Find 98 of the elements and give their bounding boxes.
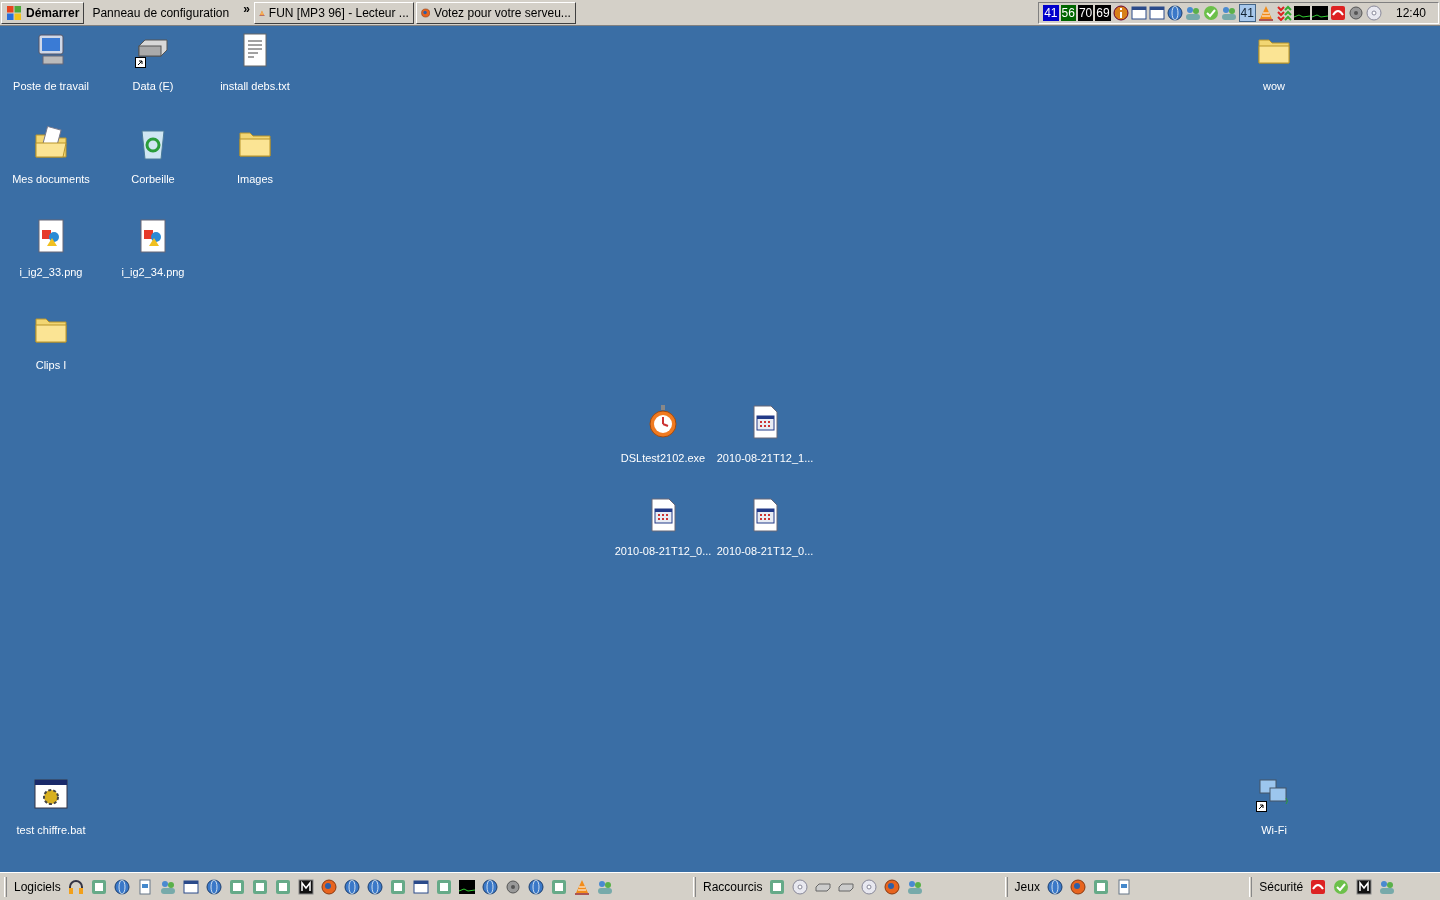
desktop-icon-label: 2010-08-21T12_1...	[716, 452, 814, 465]
toolbar-chevron[interactable]: »	[241, 0, 252, 18]
window-icon[interactable]	[1148, 4, 1165, 21]
clock[interactable]: 12:40	[1395, 3, 1426, 22]
desktop-icon-label: DSLtest2102.exe	[620, 452, 706, 465]
globe-icon[interactable]	[1166, 4, 1183, 21]
speaker-icon[interactable]	[1347, 4, 1364, 21]
toolbar-label: Panneau de configuration	[92, 4, 230, 22]
tile-icon[interactable]	[550, 878, 567, 895]
globe-icon[interactable]	[113, 878, 130, 895]
traffic-cone-icon[interactable]	[573, 878, 590, 895]
desktop-shortcut[interactable]: wow	[1223, 28, 1325, 121]
desktop-shortcut[interactable]: Data (E)	[102, 28, 204, 121]
task-button[interactable]: Votez pour votre serveu...	[415, 1, 576, 24]
desktop-icon-label: Poste de travail	[13, 80, 89, 93]
desktop-shortcut[interactable]: Images	[204, 121, 306, 214]
disc-icon[interactable]	[1365, 4, 1382, 21]
desktop-shortcut[interactable]: Clips I	[0, 307, 102, 400]
desktop-icon-label: 2010-08-21T12_0...	[716, 545, 814, 558]
windows-logo-icon	[6, 4, 22, 21]
task-button[interactable]: FUN [MP3 96] - Lecteur ...	[253, 1, 414, 24]
toolbar-label: Raccourcis	[703, 878, 763, 896]
desktop-icon-label: Data (E)	[132, 80, 174, 93]
disc-icon[interactable]	[792, 878, 809, 895]
desktop-shortcut[interactable]: Poste de travail	[0, 28, 102, 121]
desktop-shortcut[interactable]: Mes documents	[0, 121, 102, 214]
desktop-shortcut[interactable]: install debs.txt	[204, 28, 306, 121]
tile-icon[interactable]	[90, 878, 107, 895]
graph-icon[interactable]	[458, 878, 475, 895]
headphones-icon[interactable]	[67, 878, 84, 895]
desktop-shortcut[interactable]: Corbeille	[102, 121, 204, 214]
tile-icon[interactable]	[389, 878, 406, 895]
tile-icon[interactable]	[274, 878, 291, 895]
orb-icon[interactable]	[320, 878, 337, 895]
desktop-icon-label: Mes documents	[12, 173, 90, 186]
desktop-shortcut[interactable]: 2010-08-21T12_0...	[612, 493, 714, 586]
desktop-shortcut[interactable]: DSLtest2102.exe	[612, 400, 714, 493]
people-icon[interactable]	[1379, 878, 1396, 895]
tray-meter[interactable]: 56	[1060, 4, 1076, 21]
checkmark-icon[interactable]	[1202, 4, 1219, 21]
checkmark-icon[interactable]	[1333, 878, 1350, 895]
globe-icon[interactable]	[366, 878, 383, 895]
desktop-shortcut[interactable]: Wi-Fi	[1223, 772, 1325, 865]
people-icon[interactable]	[1220, 4, 1237, 21]
info-icon[interactable]	[1112, 4, 1129, 21]
tile-icon[interactable]	[435, 878, 452, 895]
graph-icon[interactable]	[1311, 4, 1328, 21]
people-icon[interactable]	[159, 878, 176, 895]
document-icon[interactable]	[1115, 878, 1132, 895]
tile-icon[interactable]	[769, 878, 786, 895]
desktop-icon-label: Clips I	[35, 359, 67, 372]
start-button[interactable]: Démarrer	[1, 1, 85, 24]
toolbar-label: Jeux	[1014, 878, 1040, 896]
desktop-shortcut[interactable]: i_ig2_34.png	[102, 214, 204, 307]
speaker-icon[interactable]	[504, 878, 521, 895]
tray-meter[interactable]: 69	[1095, 4, 1111, 21]
desktop-icon-label: Images	[236, 173, 274, 186]
window-icon[interactable]	[1130, 4, 1147, 21]
desktop-shortcut[interactable]: i_ig2_33.png	[0, 214, 102, 307]
globe-icon[interactable]	[481, 878, 498, 895]
desktop-icon-label: i_ig2_34.png	[121, 266, 185, 279]
globe-icon[interactable]	[1046, 878, 1063, 895]
desktop-shortcut[interactable]: 2010-08-21T12_1...	[714, 400, 816, 493]
desktop-icon-label: install debs.txt	[220, 80, 290, 93]
desktop-icon-label: Corbeille	[131, 173, 175, 186]
desktop-shortcut[interactable]: 2010-08-21T12_0...	[714, 493, 816, 586]
toolbar-label: Logiciels	[14, 878, 61, 896]
window-icon[interactable]	[412, 878, 429, 895]
people-icon[interactable]	[596, 878, 613, 895]
tile-icon[interactable]	[228, 878, 245, 895]
people-icon[interactable]	[907, 878, 924, 895]
graph-icon[interactable]	[1293, 4, 1310, 21]
tile-icon[interactable]	[251, 878, 268, 895]
orb-icon[interactable]	[884, 878, 901, 895]
document-icon[interactable]	[136, 878, 153, 895]
desktop-icon-label: Wi-Fi	[1261, 824, 1287, 837]
desktop-icon-label: test chiffre.bat	[16, 824, 86, 837]
toolbar-label: Sécurité	[1259, 878, 1304, 896]
globe-icon[interactable]	[205, 878, 222, 895]
disc-icon[interactable]	[861, 878, 878, 895]
desktop-icon-label: wow	[1263, 80, 1285, 93]
people-icon[interactable]	[1184, 4, 1201, 21]
tile-icon[interactable]	[1092, 878, 1109, 895]
globe-icon[interactable]	[343, 878, 360, 895]
desktop-icon-label: i_ig2_33.png	[19, 266, 83, 279]
orb-icon[interactable]	[1069, 878, 1086, 895]
traffic-cone-icon[interactable]	[1257, 4, 1274, 21]
tray-meter[interactable]: 41	[1043, 4, 1059, 21]
tray-meter[interactable]: 70	[1077, 4, 1094, 21]
desktop-shortcut[interactable]: test chiffre.bat	[0, 772, 102, 865]
documents-folder-icon	[33, 125, 69, 161]
desktop-icon-label: 2010-08-21T12_0...	[614, 545, 712, 558]
batch-file-icon	[33, 776, 69, 812]
tray-badge[interactable]: 41	[1238, 3, 1256, 22]
tile-icon[interactable]	[297, 878, 314, 895]
globe-icon[interactable]	[527, 878, 544, 895]
tile-icon[interactable]	[1356, 878, 1373, 895]
window-icon[interactable]	[182, 878, 199, 895]
